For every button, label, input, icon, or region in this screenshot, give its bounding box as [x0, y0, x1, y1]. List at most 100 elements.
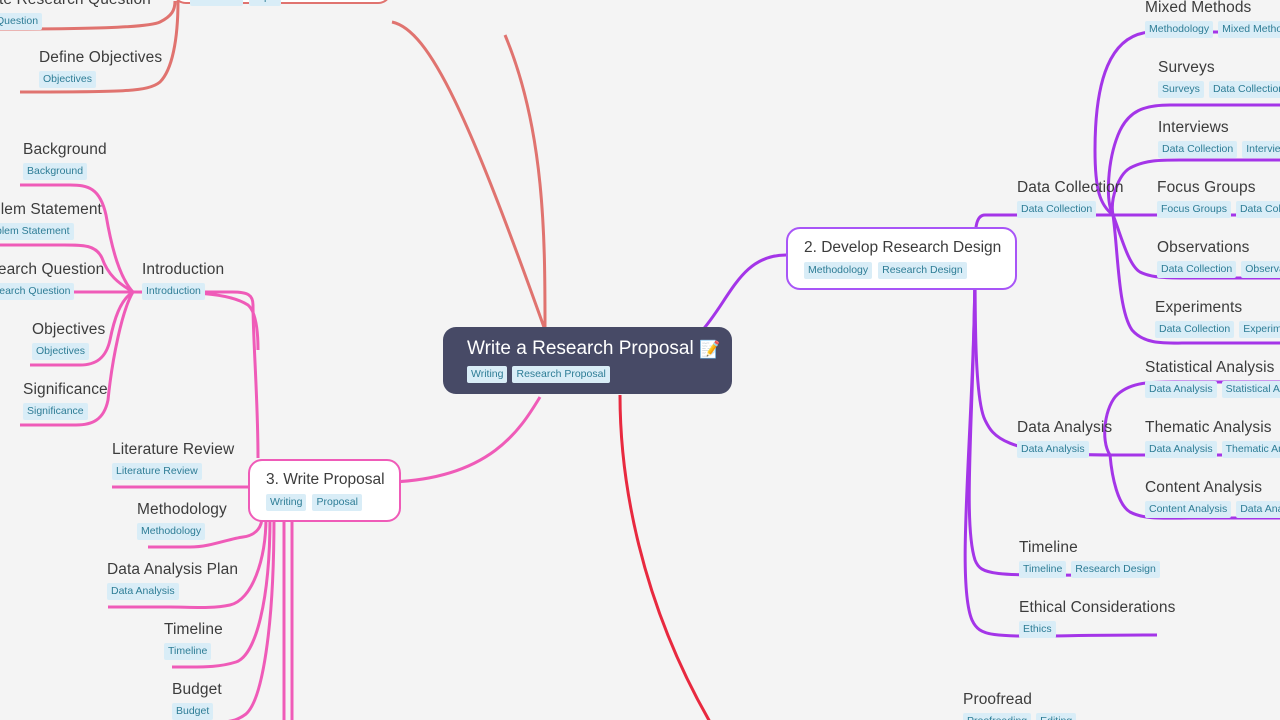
- root-node[interactable]: Write a Research Proposal 📝 Writing Rese…: [443, 327, 732, 394]
- node-content-analysis[interactable]: Content Analysis Content Analysis Data A…: [1145, 478, 1280, 518]
- edge-intro-to-wp: [132, 290, 260, 351]
- node-title: Thematic Analysis: [1145, 419, 1272, 436]
- node-tag: Budget: [172, 703, 214, 720]
- node-define-objectives[interactable]: Define Objectives Objectives: [39, 48, 162, 88]
- edge-root-to-topic: [503, 34, 547, 328]
- node-problem-statement[interactable]: blem Statement blem Statement: [0, 200, 102, 240]
- node-title: Objectives: [32, 321, 106, 338]
- node-title: Data Analysis Plan: [107, 561, 239, 578]
- node-formulate-research-question[interactable]: ulate Research Question ch Question: [0, 0, 151, 30]
- node-title: Ethical Considerations: [1019, 599, 1176, 616]
- node-tags: Literature Review: [112, 463, 234, 480]
- node-research-question[interactable]: search Question search Question: [0, 260, 104, 300]
- node-timeline-left[interactable]: Timeline Timeline: [164, 620, 223, 660]
- node-significance[interactable]: Significance Significance: [23, 380, 108, 420]
- node-timeline-right[interactable]: Timeline Timeline Research Design: [1019, 538, 1160, 578]
- node-ethical-considerations[interactable]: Ethical Considerations Ethics: [1019, 598, 1175, 638]
- node-tags: Data Analysis Statistical An: [1145, 381, 1280, 398]
- node-tag: Experim: [1239, 321, 1280, 338]
- node-tag: Focus Groups: [1157, 201, 1231, 218]
- edge-root-to-write: [391, 396, 542, 484]
- memo-icon: 📝: [698, 340, 721, 359]
- node-budget[interactable]: Budget Budget: [172, 680, 222, 720]
- node-tag: Data Collection: [1017, 201, 1097, 218]
- node-title: Proofread: [963, 691, 1032, 708]
- node-title: blem Statement: [0, 201, 102, 218]
- node-title: Experiments: [1155, 299, 1243, 316]
- node-write-proposal[interactable]: 3. Write Proposal Writing Proposal: [248, 459, 401, 522]
- mindmap-canvas[interactable]: Write a Research Proposal 📝 Writing Rese…: [0, 0, 1280, 720]
- node-tags: search Question: [0, 283, 104, 300]
- node-tag: Surveys: [1158, 81, 1204, 98]
- node-background[interactable]: Background Background: [23, 140, 107, 180]
- node-methodology-left[interactable]: Methodology Methodology: [137, 500, 227, 540]
- node-data-analysis[interactable]: Data Analysis Data Analysis: [1017, 418, 1112, 458]
- node-tag: Mixed Metho: [1218, 21, 1280, 38]
- node-tag: Significance: [23, 403, 88, 420]
- edge-wp-budget: [228, 516, 276, 720]
- node-develop-research-design[interactable]: 2. Develop Research Design Methodology R…: [786, 227, 1018, 290]
- root-tag: Writing: [467, 366, 508, 383]
- node-tag: Observa: [1241, 261, 1280, 278]
- node-tag: Data Analysis: [107, 583, 179, 600]
- node-observations[interactable]: Observations Data Collection Observa: [1157, 238, 1280, 278]
- node-tag: ch Question: [0, 13, 43, 30]
- node-tag: Background: [23, 163, 88, 180]
- edge-root-to-design: [698, 253, 787, 335]
- node-tag: Timeline: [164, 643, 212, 660]
- node-title: Methodology: [137, 501, 227, 518]
- node-introduction[interactable]: Introduction Introduction: [142, 260, 224, 300]
- node-data-collection[interactable]: Data Collection Data Collection: [1017, 178, 1124, 218]
- node-title: Background: [23, 141, 107, 158]
- node-tag: Timeline: [1019, 561, 1067, 578]
- node-focus-groups[interactable]: Focus Groups Focus Groups Data Colle: [1157, 178, 1280, 218]
- node-data-analysis-plan[interactable]: Data Analysis Plan Data Analysis: [107, 560, 238, 600]
- node-title: Significance: [23, 381, 108, 398]
- node-tag: Topic: [248, 0, 282, 6]
- node-proofread[interactable]: Proofread Proofreading Editing: [963, 690, 1077, 720]
- node-tags: Focus Groups Data Colle: [1157, 201, 1280, 218]
- node-tag: Proposal: [312, 494, 362, 511]
- node-tag: Thematic An: [1221, 441, 1280, 458]
- node-tags: Proofreading Editing: [963, 713, 1077, 720]
- edge-topic-right: [391, 20, 547, 331]
- node-tags: Significance: [23, 403, 108, 420]
- root-tags: Writing Research Proposal: [467, 366, 732, 383]
- node-title: Literature Review: [112, 441, 235, 458]
- node-mixed-methods[interactable]: Mixed Methods Methodology Mixed Metho: [1145, 0, 1280, 38]
- node-title: Content Analysis: [1145, 479, 1263, 496]
- node-tags: Data Collection Experim: [1155, 321, 1280, 338]
- node-tag: Research Design: [1071, 561, 1160, 578]
- node-tag: Intervie: [1242, 141, 1280, 158]
- node-surveys[interactable]: Surveys Surveys Data Collection: [1158, 58, 1280, 98]
- node-tags: Ethics: [1019, 621, 1175, 638]
- node-tags: Data Collection: [1017, 201, 1124, 218]
- node-literature-review[interactable]: Literature Review Literature Review: [112, 440, 234, 480]
- node-define-research-topic[interactable]: 1. Define Research Topic Research Topic: [172, 0, 392, 6]
- node-title: Budget: [172, 681, 222, 698]
- node-statistical-analysis[interactable]: Statistical Analysis Data Analysis Stati…: [1145, 358, 1280, 398]
- node-title: Mixed Methods: [1145, 0, 1252, 16]
- node-objectives[interactable]: Objectives Objectives: [32, 320, 105, 360]
- node-tags: Methodology: [137, 523, 227, 540]
- node-title: Surveys: [1158, 59, 1215, 76]
- edge-design-timeline: [967, 254, 1158, 577]
- node-tag: Research Design: [878, 262, 967, 279]
- node-tag: Data Collection: [1157, 261, 1237, 278]
- node-tag: Data Collection: [1208, 81, 1280, 98]
- node-tags: Data Collection Intervie: [1158, 141, 1280, 158]
- node-tags: blem Statement: [0, 223, 102, 240]
- node-tag: Research: [190, 0, 243, 6]
- node-tags: Methodology Mixed Metho: [1145, 21, 1280, 38]
- node-tag: Data Analysis: [1145, 441, 1217, 458]
- node-thematic-analysis[interactable]: Thematic Analysis Data Analysis Thematic…: [1145, 418, 1280, 458]
- node-tag: Methodology: [1145, 21, 1214, 38]
- node-tags: Writing Proposal: [266, 494, 385, 511]
- node-interviews[interactable]: Interviews Data Collection Intervie: [1158, 118, 1280, 158]
- node-tag: Data Analysis: [1145, 381, 1217, 398]
- node-tag: Data Collection: [1155, 321, 1235, 338]
- node-tag: Proofreading: [963, 713, 1032, 720]
- node-title: 2. Develop Research Design: [804, 239, 1002, 256]
- node-experiments[interactable]: Experiments Data Collection Experim: [1155, 298, 1280, 338]
- node-title: Timeline: [164, 621, 223, 638]
